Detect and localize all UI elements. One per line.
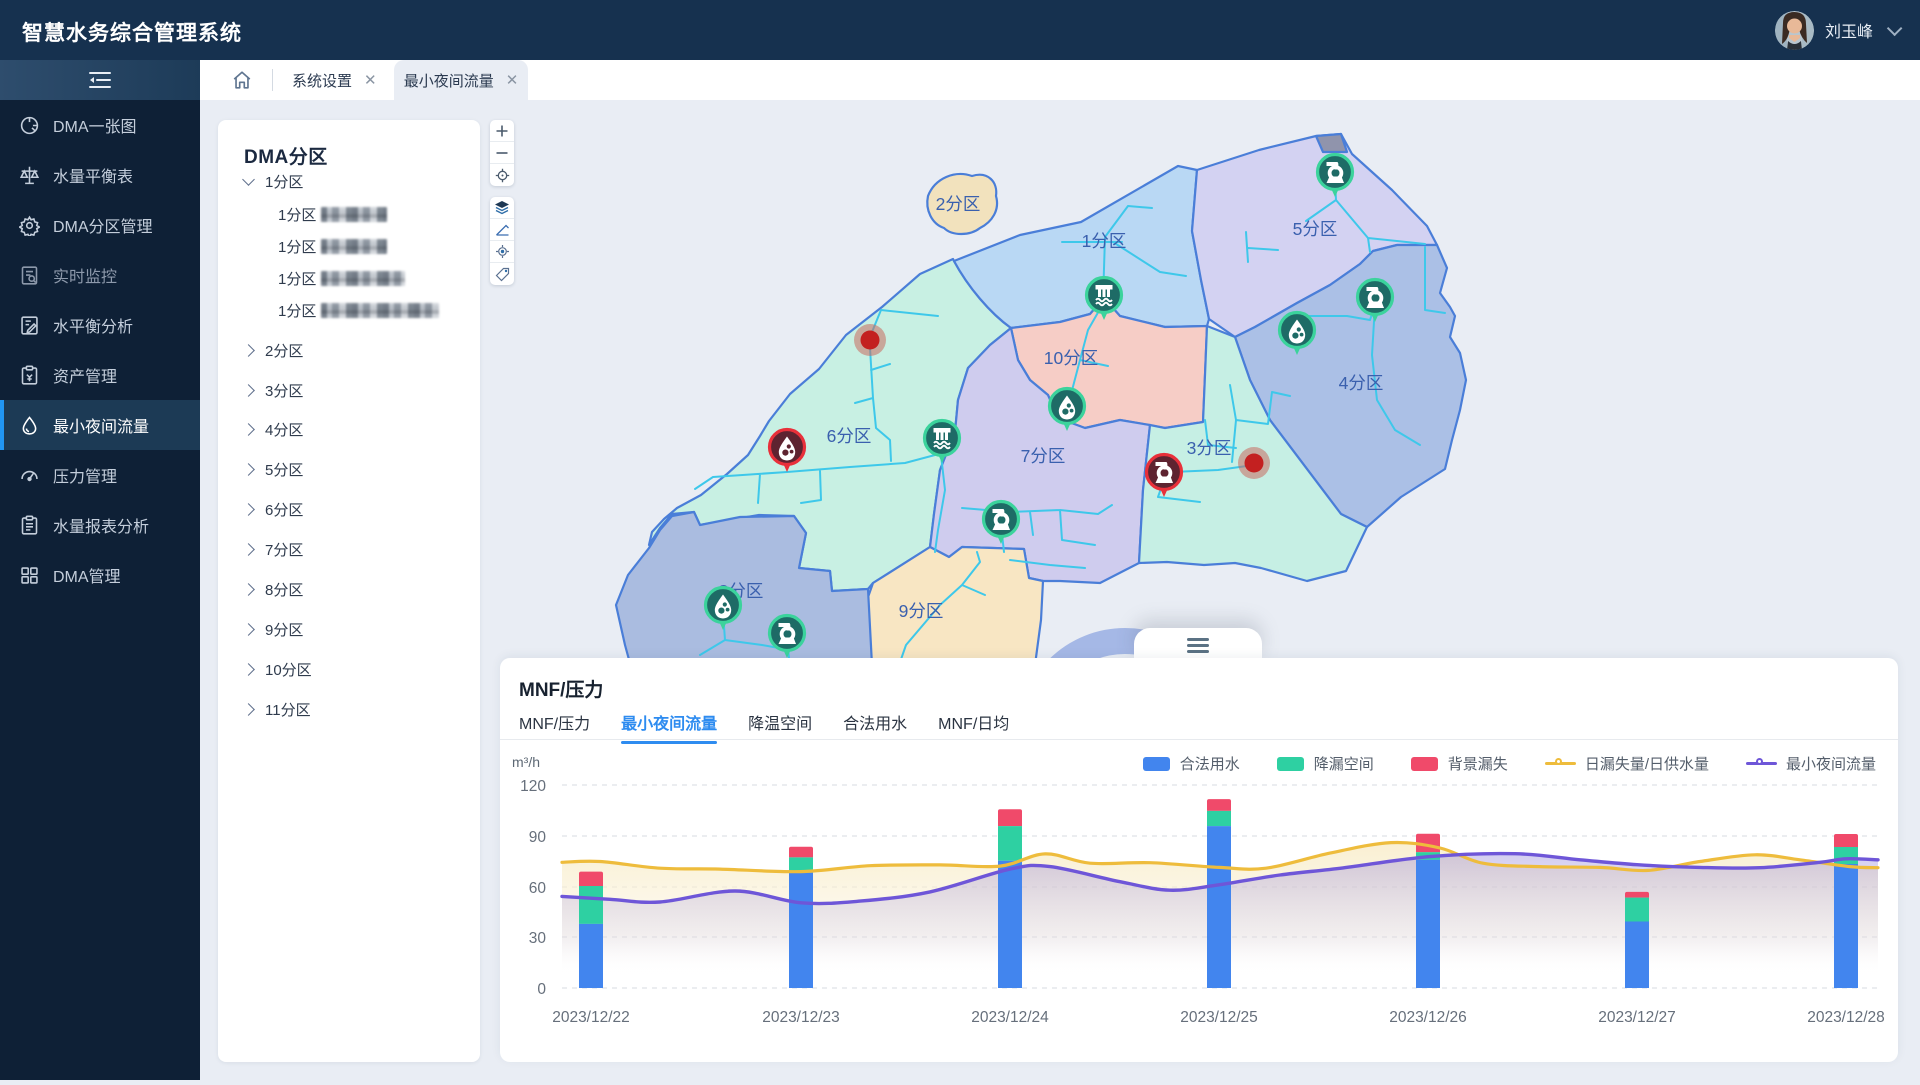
- svg-text:2分区: 2分区: [936, 194, 981, 214]
- svg-text:30: 30: [529, 930, 547, 947]
- svg-text:2023/12/25: 2023/12/25: [1180, 1009, 1258, 1026]
- svg-text:10分区: 10分区: [1044, 348, 1098, 368]
- svg-text:1分区: 1分区: [1082, 231, 1127, 251]
- svg-text:2023/12/26: 2023/12/26: [1389, 1009, 1467, 1026]
- svg-text:9分区: 9分区: [899, 601, 944, 621]
- svg-text:5分区: 5分区: [1293, 219, 1338, 239]
- svg-text:90: 90: [529, 829, 547, 846]
- svg-text:3分区: 3分区: [1187, 438, 1232, 458]
- svg-text:0: 0: [537, 981, 546, 998]
- svg-text:2023/12/24: 2023/12/24: [971, 1009, 1049, 1026]
- svg-text:2023/12/22: 2023/12/22: [552, 1009, 630, 1026]
- svg-text:120: 120: [520, 778, 546, 795]
- svg-text:7分区: 7分区: [1021, 446, 1066, 466]
- svg-text:2023/12/27: 2023/12/27: [1598, 1009, 1676, 1026]
- svg-text:6分区: 6分区: [827, 426, 872, 446]
- svg-text:2023/12/23: 2023/12/23: [762, 1009, 840, 1026]
- svg-text:2023/12/28: 2023/12/28: [1807, 1009, 1885, 1026]
- svg-text:4分区: 4分区: [1339, 373, 1384, 393]
- svg-text:60: 60: [529, 880, 547, 897]
